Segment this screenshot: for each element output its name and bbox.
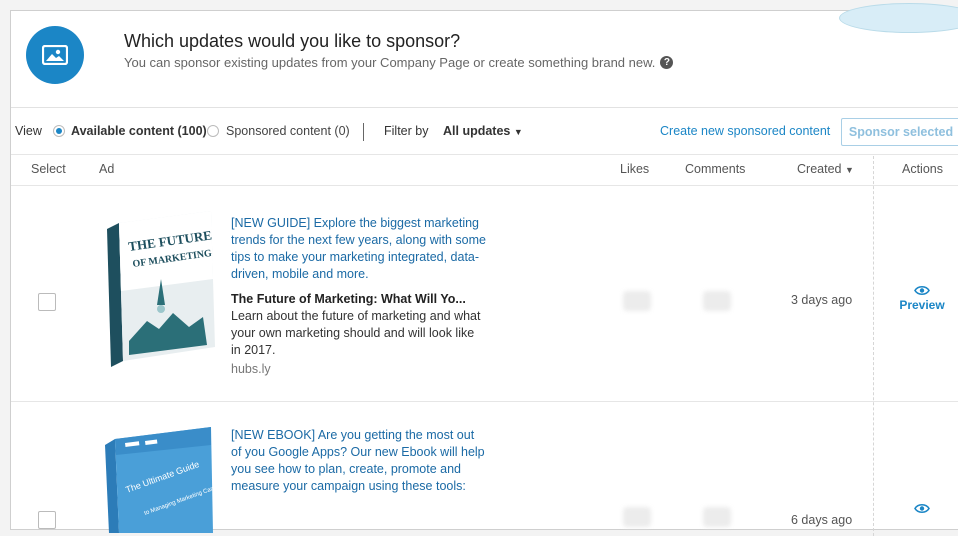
column-select: Select bbox=[31, 162, 66, 176]
sponsored-content-label[interactable]: Sponsored content (0) bbox=[226, 124, 350, 138]
available-content-label[interactable]: Available content (100) bbox=[71, 124, 207, 138]
available-content-radio[interactable] bbox=[53, 125, 65, 137]
sponsor-updates-panel: Which updates would you like to sponsor?… bbox=[10, 3, 958, 536]
ad-description: Learn about the future of marketing and … bbox=[231, 309, 481, 357]
ebook-cover-google-apps: The Ultimate Guide to Managing Marketing… bbox=[105, 427, 219, 533]
table-header: Select Ad Likes Comments Created ▼ Actio… bbox=[11, 156, 958, 186]
preview-action[interactable]: Preview bbox=[891, 285, 953, 312]
ad-title: The Future of Marketing: What Will Yo... bbox=[231, 292, 466, 306]
sponsored-content-radio[interactable] bbox=[207, 125, 219, 137]
caret-down-icon: ▼ bbox=[513, 127, 523, 137]
subtitle-text: You can sponsor existing updates from yo… bbox=[124, 55, 656, 70]
column-ad: Ad bbox=[99, 162, 115, 176]
page-title: Which updates would you like to sponsor? bbox=[124, 31, 461, 51]
sponsor-selected-button[interactable]: Sponsor selected bbox=[841, 118, 958, 146]
likes-count-blurred bbox=[623, 291, 651, 311]
created-date: 3 days ago bbox=[791, 293, 853, 307]
filter-divider bbox=[363, 123, 364, 141]
column-created-label: Created bbox=[797, 162, 842, 176]
view-label: View bbox=[15, 124, 42, 138]
column-actions: Actions bbox=[902, 162, 943, 176]
ad-headline[interactable]: [NEW GUIDE] Explore the biggest marketin… bbox=[231, 215, 486, 283]
ad-headline[interactable]: [NEW EBOOK] Are you getting the most out… bbox=[231, 427, 486, 495]
eye-icon bbox=[914, 503, 930, 514]
ad-content: [NEW EBOOK] Are you getting the most out… bbox=[231, 427, 486, 495]
table-row: The Ultimate Guide to Managing Marketing… bbox=[11, 403, 958, 533]
comments-count-blurred bbox=[703, 507, 731, 527]
preview-label: Preview bbox=[899, 298, 945, 312]
ad-domain: hubs.ly bbox=[231, 362, 271, 376]
sort-caret-icon: ▼ bbox=[844, 165, 854, 175]
comments-count-blurred bbox=[703, 291, 731, 311]
page-subtitle: You can sponsor existing updates from yo… bbox=[124, 55, 674, 70]
row-select-checkbox[interactable] bbox=[38, 511, 56, 529]
filter-dropdown[interactable]: All updates ▼ bbox=[443, 124, 523, 138]
preview-action[interactable] bbox=[891, 503, 953, 516]
ebook-cover-future-of-marketing: THE FUTURE OF MARKETING bbox=[107, 211, 215, 367]
column-comments: Comments bbox=[685, 162, 746, 176]
created-date: 6 days ago bbox=[791, 513, 853, 527]
image-icon bbox=[26, 26, 84, 84]
column-likes: Likes bbox=[620, 162, 650, 176]
column-created[interactable]: Created ▼ bbox=[797, 162, 854, 176]
likes-count-blurred bbox=[623, 507, 651, 527]
table-row: THE FUTURE OF MARKETING [NEW GUIDE] Expl… bbox=[11, 187, 958, 402]
ad-content: [NEW GUIDE] Explore the biggest marketin… bbox=[231, 215, 486, 378]
filter-bar: View Available content (100) Sponsored c… bbox=[11, 109, 958, 155]
page-header: Which updates would you like to sponsor?… bbox=[11, 11, 958, 108]
eye-icon bbox=[914, 285, 930, 296]
help-icon[interactable]: ? bbox=[660, 56, 674, 69]
create-sponsored-content-link[interactable]: Create new sponsored content bbox=[660, 124, 830, 138]
filter-dropdown-value: All updates bbox=[443, 124, 511, 138]
filter-by-label: Filter by bbox=[384, 124, 429, 138]
row-select-checkbox[interactable] bbox=[38, 293, 56, 311]
